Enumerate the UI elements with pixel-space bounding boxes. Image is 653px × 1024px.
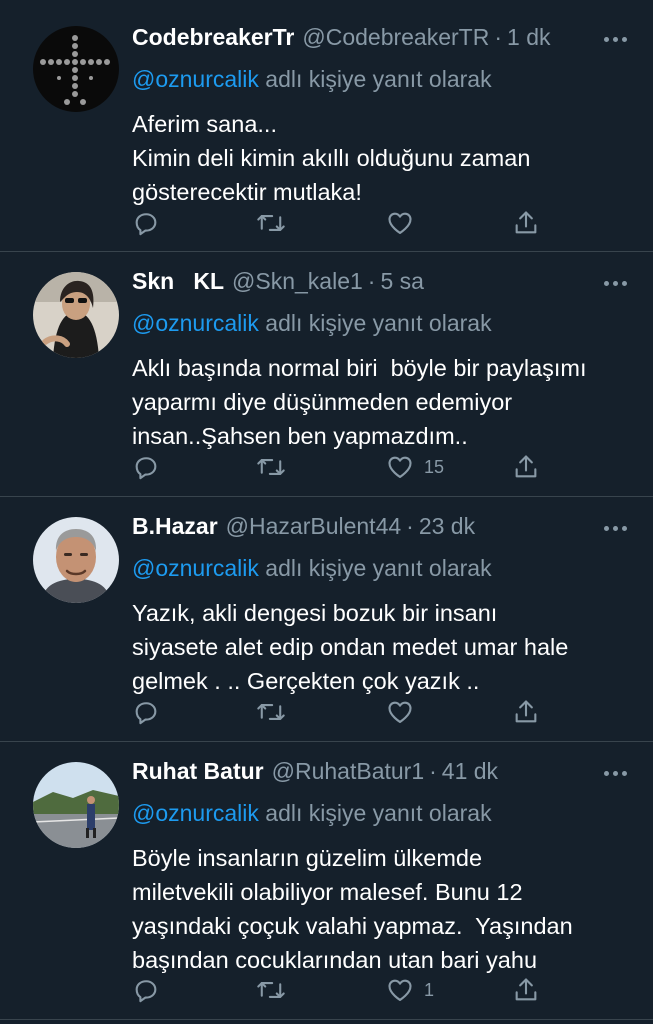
like-icon — [388, 979, 412, 1001]
like-button[interactable]: 1 — [386, 975, 434, 1005]
separator-dot: · — [406, 513, 414, 539]
more-icon[interactable] — [597, 758, 633, 788]
reply-icon — [135, 702, 157, 725]
timestamp[interactable]: 5 sa — [380, 268, 423, 295]
more-icon[interactable] — [597, 268, 633, 298]
timestamp[interactable]: 41 dk — [442, 758, 498, 785]
mention-link[interactable]: @oznurcalik — [132, 800, 259, 826]
username[interactable]: @RuhatBatur1 — [272, 758, 425, 785]
like-button[interactable] — [386, 697, 424, 727]
share-button[interactable] — [512, 975, 540, 1005]
mention-link[interactable]: @oznurcalik — [132, 310, 259, 336]
reply-icon — [135, 980, 157, 1003]
retweet-button[interactable] — [256, 975, 286, 1005]
tweet-text: Yazık, akli dengesi bozuk bir insanı siy… — [132, 596, 633, 698]
retweet-icon — [257, 459, 285, 475]
retweet-icon — [257, 982, 285, 998]
reply-button[interactable] — [132, 975, 160, 1005]
separator-dot: · — [367, 268, 376, 294]
tweet-header: Ruhat Batur @RuhatBatur1 · 41 dk — [132, 758, 633, 790]
tweet-text: Böyle insanların güzelim ülkemde miletve… — [132, 841, 633, 977]
tweet[interactable]: Skn KL @Skn_kale1 · 5 sa @oznurcalik adl… — [0, 252, 653, 497]
share-button[interactable] — [512, 452, 540, 482]
retweet-icon — [257, 704, 285, 720]
reply-button[interactable] — [132, 208, 160, 238]
separator-dot: · — [494, 24, 503, 50]
tweet-actions: 15 — [132, 452, 552, 482]
share-icon — [515, 700, 537, 723]
like-icon — [388, 701, 412, 723]
tweet-text-line: Böyle insanların güzelim ülkemde — [132, 845, 483, 871]
timestamp[interactable]: 1 dk — [507, 24, 550, 51]
reply-context-text: adlı kişiye yanıt olarak — [265, 66, 492, 92]
tweet-header: B.Hazar @HazarBulent44 · 23 dk — [132, 513, 633, 545]
separator-dot: · — [429, 758, 437, 784]
username[interactable]: @CodebreakerTR — [302, 24, 489, 51]
reply-context: @oznurcalik adlı kişiye yanıt olarak — [132, 310, 633, 337]
avatar[interactable] — [33, 272, 119, 358]
tweet-text: Aferim sana... Kimin deli kimin akıllı o… — [132, 107, 633, 209]
tweet-text-line: miletvekili olabiliyor malesef. Bunu 12 — [132, 879, 523, 905]
reply-button[interactable] — [132, 697, 160, 727]
tweet-actions: 1 — [132, 975, 552, 1005]
more-icon[interactable] — [597, 513, 633, 543]
avatar[interactable] — [33, 26, 119, 112]
like-icon — [388, 456, 412, 478]
reply-context-text: adlı kişiye yanıt olarak — [265, 310, 492, 336]
like-count: 1 — [424, 979, 435, 1000]
like-button[interactable]: 15 — [386, 452, 444, 482]
tweet-text: Aklı başında normal biri böyle bir payla… — [132, 351, 633, 453]
avatar[interactable] — [33, 762, 119, 848]
reply-icon — [135, 213, 157, 236]
share-icon — [515, 455, 537, 478]
timestamp[interactable]: 23 dk — [419, 513, 475, 540]
share-button[interactable] — [512, 697, 540, 727]
reply-icon — [135, 457, 157, 480]
tweet-text-line: Yazık, akli dengesi bozuk bir insanı — [132, 600, 498, 626]
reply-context: @oznurcalik adlı kişiye yanıt olarak — [132, 66, 633, 93]
tweet[interactable]: B.Hazar @HazarBulent44 · 23 dk @oznurcal… — [0, 497, 653, 742]
display-name[interactable]: Ruhat Batur — [132, 758, 264, 785]
reply-context: @oznurcalik adlı kişiye yanıt olarak — [132, 800, 633, 827]
tweet-text-line: gösterecektir mutlaka! — [132, 179, 362, 205]
tweet-text-line: gelmek . .. Gerçekten çok yazık .. — [132, 668, 480, 694]
tweet[interactable]: CodebreakerTr @CodebreakerTR · 1 dk @ozn… — [0, 0, 653, 252]
tweet-actions — [132, 208, 552, 238]
tweet-header: Skn KL @Skn_kale1 · 5 sa — [132, 268, 633, 300]
reply-button[interactable] — [132, 452, 160, 482]
username[interactable]: @HazarBulent44 — [226, 513, 402, 540]
display-name[interactable]: Skn KL — [132, 268, 224, 295]
like-icon — [388, 212, 412, 234]
retweet-icon — [257, 215, 285, 231]
like-button[interactable] — [386, 208, 424, 238]
tweet-text-line: Kimin deli kimin akıllı olduğunu zaman — [132, 145, 531, 171]
share-button[interactable] — [512, 208, 540, 238]
tweet-text-line: insan..Şahsen ben yapmazdım.. — [132, 423, 468, 449]
display-name[interactable]: B.Hazar — [132, 513, 218, 540]
tweet-text-line: siyasete alet edip ondan medet umar hale — [132, 634, 569, 660]
retweet-button[interactable] — [256, 452, 286, 482]
username[interactable]: @Skn_kale1 — [232, 268, 363, 295]
share-icon — [515, 211, 537, 234]
tweet-text-line: başından cocuklarından utan bari yahu — [132, 947, 538, 973]
mention-link[interactable]: @oznurcalik — [132, 555, 259, 581]
tweet-header: CodebreakerTr @CodebreakerTR · 1 dk — [132, 24, 633, 56]
retweet-button[interactable] — [256, 208, 286, 238]
display-name[interactable]: CodebreakerTr — [132, 24, 294, 51]
retweet-button[interactable] — [256, 697, 286, 727]
tweet-text-line: Aferim sana... — [132, 111, 277, 137]
reply-context: @oznurcalik adlı kişiye yanıt olarak — [132, 555, 633, 582]
tweet[interactable]: Ruhat Batur @RuhatBatur1 · 41 dk @oznurc… — [0, 742, 653, 1020]
tweet-actions — [132, 697, 552, 727]
tweet-text-line: yaşındaki çoçuk valahi yapmaz. Yaşından — [132, 913, 573, 939]
tweet-text-line: yaparmı diye düşünmeden edemiyor — [132, 389, 513, 415]
reply-context-text: adlı kişiye yanıt olarak — [265, 800, 492, 826]
reply-context-text: adlı kişiye yanıt olarak — [265, 555, 492, 581]
share-icon — [515, 978, 537, 1001]
like-count: 15 — [424, 456, 445, 477]
more-icon[interactable] — [597, 24, 633, 54]
avatar[interactable] — [33, 517, 119, 603]
mention-link[interactable]: @oznurcalik — [132, 66, 259, 92]
tweet-text-line: Aklı başında normal biri böyle bir payla… — [132, 355, 587, 381]
